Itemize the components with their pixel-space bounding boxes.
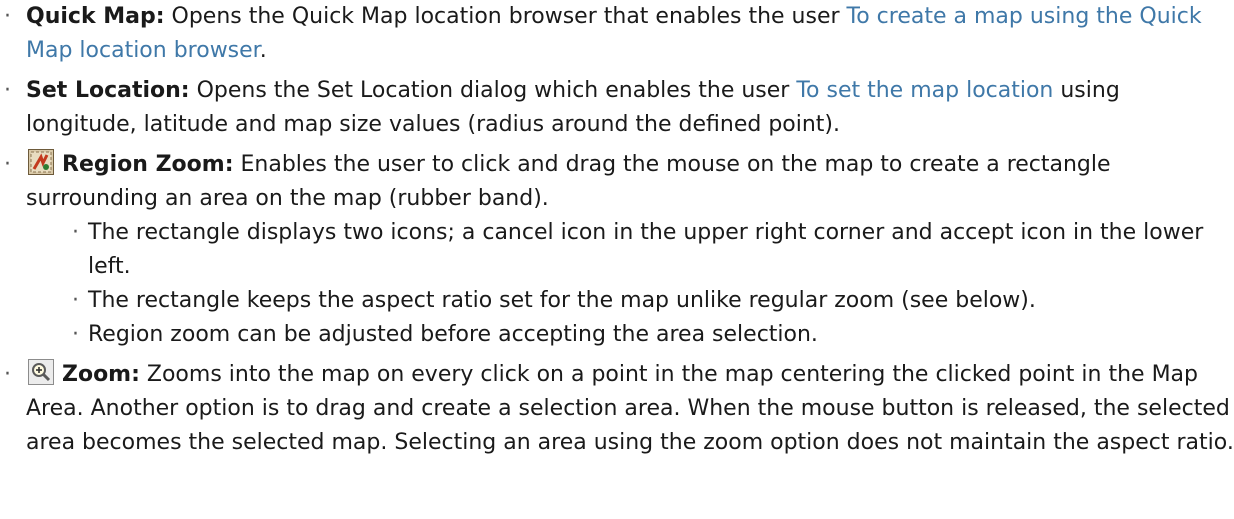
term-region-zoom: Region Zoom:: [62, 152, 234, 177]
sub-list-item: · The rectangle displays two icons; a can…: [70, 216, 1234, 284]
list-item-quick-map: · Quick Map: Opens the Quick Map locatio…: [0, 0, 1234, 68]
description-text: .: [259, 38, 267, 63]
bullet: ·: [4, 4, 11, 29]
bullet: ·: [72, 322, 79, 347]
description-text: Opens the Set Location dialog which enab…: [189, 78, 797, 103]
term-quick-map: Quick Map:: [26, 4, 165, 29]
description-text: Opens the Quick Map location browser tha…: [164, 4, 847, 29]
region-zoom-icon: [28, 149, 54, 175]
bullet: ·: [4, 78, 11, 103]
sub-item-text: The rectangle keeps the aspect ratio set…: [88, 288, 1036, 313]
list-item-zoom: · Zoom: Zooms into the map on every clic…: [0, 358, 1234, 460]
list-item-region-zoom: · Region Zoom: Enables the user to click…: [0, 148, 1234, 352]
bullet: ·: [4, 362, 11, 387]
list-item-set-location: · Set Location: Opens the Set Location d…: [0, 74, 1234, 142]
toolbar-options-list: · Quick Map: Opens the Quick Map locatio…: [0, 0, 1234, 460]
zoom-icon: [28, 359, 54, 385]
set-location-help-link[interactable]: To set the map location: [796, 78, 1053, 103]
term-zoom: Zoom:: [62, 362, 140, 387]
description-text: Zooms into the map on every click on a p…: [26, 362, 1234, 455]
bullet: ·: [72, 288, 79, 313]
document: · Quick Map: Opens the Quick Map locatio…: [0, 0, 1234, 519]
region-zoom-details: · The rectangle displays two icons; a can…: [26, 216, 1234, 352]
bullet: ·: [72, 220, 79, 245]
term-set-location: Set Location:: [26, 78, 190, 103]
sub-list-item: · Region zoom can be adjusted before acce…: [70, 318, 1234, 352]
sub-item-text: The rectangle displays two icons; a canc…: [88, 220, 1204, 279]
sub-list-item: · The rectangle keeps the aspect ratio se…: [70, 284, 1234, 318]
sub-item-text: Region zoom can be adjusted before accep…: [88, 322, 818, 347]
bullet: ·: [4, 152, 11, 177]
